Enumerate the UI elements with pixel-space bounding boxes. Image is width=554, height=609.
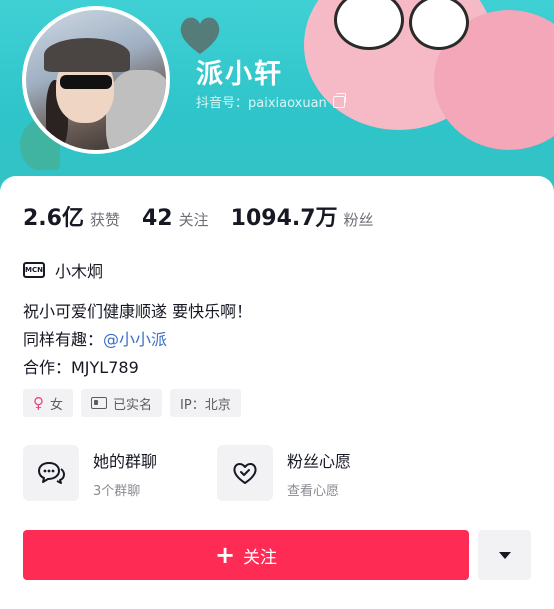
- avatar-detail: [44, 38, 130, 72]
- stat-label: 粉丝: [343, 211, 374, 229]
- more-options-button[interactable]: [478, 530, 531, 580]
- entry-group-chats[interactable]: 她的群聊 3个群聊: [23, 445, 193, 501]
- bio-line: 同样有趣：@小小派: [23, 326, 252, 354]
- entry-title: 粉丝心愿: [287, 451, 352, 471]
- stat-likes[interactable]: 2.6亿 获赞: [23, 200, 120, 232]
- avatar-detail: [60, 75, 112, 89]
- tag-ip: IP：北京: [170, 389, 241, 417]
- bio-line: 合作：MJYL789: [23, 358, 139, 377]
- entry-subtitle: 3个群聊: [93, 483, 141, 499]
- follow-label: 关注: [243, 547, 278, 568]
- entry-fan-wishes[interactable]: 粉丝心愿 查看心愿: [217, 445, 387, 501]
- follow-button[interactable]: + 关注: [23, 530, 469, 580]
- bio-line: 祝小可爱们健康顺遂 要快乐啊！: [23, 302, 253, 321]
- stat-following[interactable]: 42 关注: [142, 206, 209, 231]
- id-card-icon: [91, 397, 108, 409]
- avatar-detail: [106, 70, 166, 150]
- tag-text: IP：北京: [180, 397, 231, 413]
- stat-value: 1094.7万: [230, 206, 338, 231]
- stat-label: 关注: [178, 211, 209, 229]
- mention-link[interactable]: @小小派: [103, 330, 167, 349]
- douyin-id-text: 抖音号：paixiaoxuan: [196, 96, 327, 111]
- mcn-icon: MCN: [23, 262, 45, 278]
- profile-nickname: 派小轩: [196, 59, 283, 90]
- chat-bubbles-icon: [23, 445, 79, 501]
- tag-text: 已实名: [113, 397, 153, 413]
- stats-row: 2.6亿 获赞 42 关注 1094.7万 粉丝: [23, 200, 396, 232]
- entry-text: 粉丝心愿 查看心愿: [287, 448, 351, 499]
- avatar[interactable]: [22, 6, 170, 154]
- entry-subtitle: 查看心愿: [287, 483, 340, 499]
- mcn-row[interactable]: MCN 小木炯: [23, 258, 103, 282]
- copy-icon[interactable]: [332, 92, 346, 108]
- heart-wish-icon: [217, 445, 273, 501]
- stat-value: 42: [142, 206, 173, 231]
- stat-followers[interactable]: 1094.7万 粉丝: [231, 200, 374, 232]
- bio-text: 同样有趣：: [23, 330, 104, 349]
- entry-title: 她的群聊: [93, 451, 158, 471]
- stat-value: 2.6亿: [23, 206, 84, 231]
- plus-icon: +: [214, 541, 236, 569]
- stat-label: 获赞: [89, 211, 120, 229]
- profile-bio: 祝小可爱们健康顺遂 要快乐啊！ 同样有趣：@小小派 合作：MJYL789: [23, 298, 252, 382]
- tag-gender: ♀ 女: [23, 389, 74, 417]
- tag-text: 女: [50, 397, 64, 413]
- feature-entries: 她的群聊 3个群聊 粉丝心愿 查看心愿: [23, 445, 387, 501]
- mcn-label: 小木炯: [55, 262, 104, 281]
- dropdown-triangle-icon: [498, 551, 511, 559]
- tag-verified: 已实名: [81, 389, 163, 417]
- entry-text: 她的群聊 3个群聊: [93, 448, 157, 499]
- female-icon: ♀: [33, 394, 44, 412]
- douyin-id[interactable]: 抖音号：paixiaoxuan: [196, 92, 346, 111]
- profile-tags: ♀ 女 已实名 IP：北京: [23, 389, 241, 417]
